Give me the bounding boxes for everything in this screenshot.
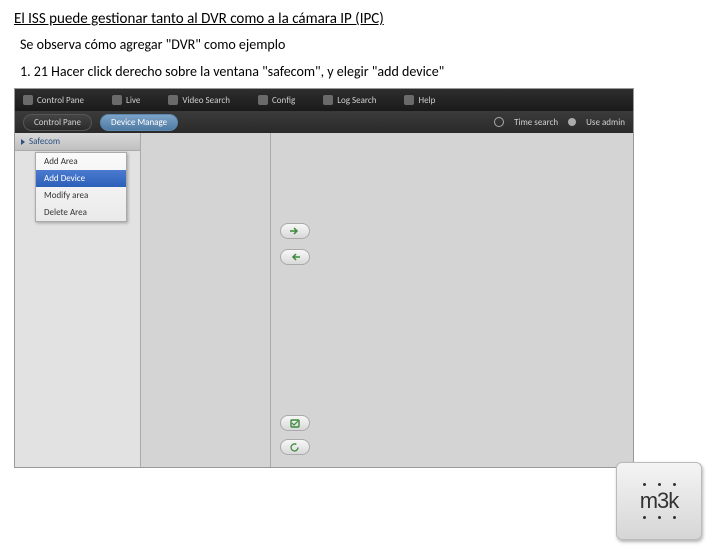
doc-title: El ISS puede gestionar tanto al DVR como… — [14, 10, 720, 28]
menu-label: Config — [272, 95, 295, 106]
user-icon — [568, 118, 576, 126]
doc-subtitle: Se observa cómo agregar "DVR" como ejemp… — [20, 36, 720, 53]
menu-label: Video Search — [182, 95, 230, 106]
logo-dots-icon — [643, 483, 676, 486]
menu-label: Help — [418, 95, 435, 106]
add-button[interactable] — [280, 223, 310, 239]
time-search-label[interactable]: Time search — [514, 117, 558, 128]
transfer-buttons — [271, 133, 319, 467]
sub-menubar: Control Pane Device Manage Time search U… — [15, 111, 633, 133]
arrow-right-icon — [290, 227, 300, 235]
menu-label: Log Search — [337, 95, 376, 106]
menu-control-pane[interactable]: Control Pane — [23, 95, 84, 106]
gear-icon — [258, 95, 268, 105]
arrow-left-icon — [290, 253, 300, 261]
refresh-icon — [290, 443, 300, 452]
submenu-left: Control Pane Device Manage — [23, 114, 178, 131]
chip-control-pane[interactable]: Control Pane — [23, 114, 92, 131]
action-buttons — [271, 415, 319, 455]
context-menu: Add Area Add Device Modify area Delete A… — [35, 152, 127, 222]
save-icon — [290, 419, 300, 428]
ctx-delete-area[interactable]: Delete Area — [36, 204, 126, 221]
menu-label: Control Pane — [37, 95, 84, 106]
ctx-modify-area[interactable]: Modify area — [36, 187, 126, 204]
live-icon — [112, 95, 122, 105]
doc-step: 1. 21 Hacer click derecho sobre la venta… — [20, 63, 720, 80]
log-icon — [323, 95, 333, 105]
search-icon — [168, 95, 178, 105]
user-label[interactable]: Use admin — [586, 117, 625, 128]
menu-help[interactable]: Help — [404, 95, 435, 106]
menu-label: Live — [126, 95, 140, 106]
ctx-add-device[interactable]: Add Device — [36, 170, 126, 187]
center-list-panel — [141, 133, 271, 467]
submenu-right: Time search Use admin — [494, 117, 625, 128]
help-icon — [404, 95, 414, 105]
main-menubar: Control Pane Live Video Search Config Lo… — [15, 89, 633, 111]
ctx-add-area[interactable]: Add Area — [36, 153, 126, 170]
tree-node-safecom[interactable]: Safecom — [15, 133, 140, 151]
panel-icon — [23, 95, 33, 105]
remove-button[interactable] — [280, 249, 310, 265]
clock-icon — [494, 117, 504, 127]
brand-logo: m3k — [616, 462, 702, 540]
menu-log-search[interactable]: Log Search — [323, 95, 376, 106]
menu-video-search[interactable]: Video Search — [168, 95, 230, 106]
chip-device-manage[interactable]: Device Manage — [100, 114, 178, 131]
refresh-button[interactable] — [280, 439, 310, 455]
workspace: Safecom Add Area Add Device Modify area … — [15, 133, 633, 467]
logo-dots-icon — [643, 516, 676, 519]
menu-live[interactable]: Live — [112, 95, 140, 106]
menu-config[interactable]: Config — [258, 95, 295, 106]
app-window: Control Pane Live Video Search Config Lo… — [14, 88, 634, 468]
confirm-button[interactable] — [280, 415, 310, 431]
device-tree-panel: Safecom Add Area Add Device Modify area … — [15, 133, 141, 467]
right-list-panel — [319, 133, 633, 467]
brand-text: m3k — [640, 488, 679, 514]
